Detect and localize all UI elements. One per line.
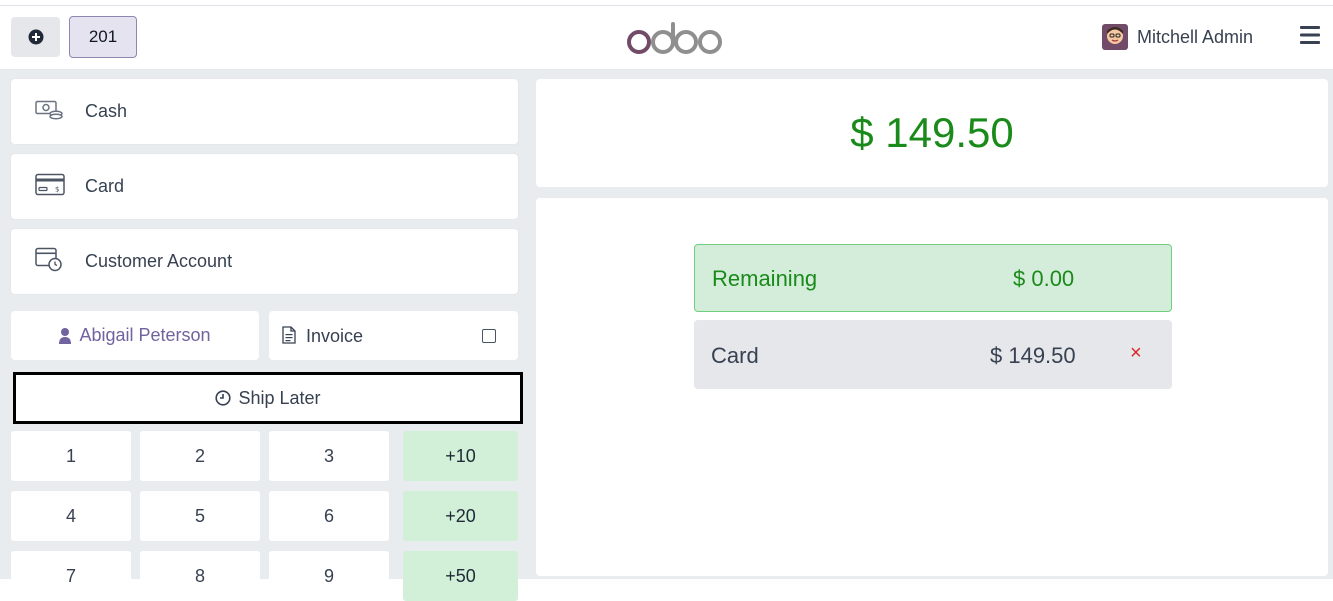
numpad-key-5[interactable]: 5 [140, 491, 260, 541]
invoice-label: Invoice [306, 326, 364, 346]
key-label: +10 [445, 445, 476, 466]
payment-method-label: Cash [85, 101, 128, 121]
cash-icon [35, 98, 63, 125]
key-label: 2 [194, 445, 205, 466]
ship-later-label: Ship Later [238, 387, 321, 408]
payment-method-cash[interactable]: Cash [11, 79, 518, 144]
total-amount: $ 149.50 [850, 109, 1014, 156]
key-label: +20 [445, 505, 476, 526]
order-number: 201 [88, 27, 118, 46]
user-menu[interactable]: Mitchell Admin [1102, 23, 1253, 51]
new-order-button[interactable] [11, 17, 60, 57]
key-label: 4 [65, 505, 76, 526]
remaining-label: Remaining [712, 266, 818, 291]
numpad-key-7[interactable]: 7 [11, 551, 131, 601]
plus-circle-icon [28, 29, 43, 45]
key-label: 9 [323, 565, 334, 586]
customer-account-icon [35, 246, 63, 277]
order-tab-button[interactable]: 201 [69, 16, 137, 58]
numpad-key-1[interactable]: 1 [11, 431, 131, 481]
document-icon [282, 326, 296, 349]
numpad-key-9[interactable]: 9 [269, 551, 389, 601]
key-label: 6 [323, 505, 334, 526]
svg-text:$: $ [55, 185, 59, 193]
key-label: 1 [65, 445, 76, 466]
clock-icon [215, 390, 232, 406]
numpad-key-plus-20[interactable]: +20 [403, 491, 518, 541]
key-label: 3 [323, 445, 334, 466]
payment-method-label: Card [85, 176, 125, 196]
key-label: +50 [445, 565, 476, 586]
numpad-key-plus-50[interactable]: +50 [403, 551, 518, 601]
user-icon [59, 327, 72, 344]
card-icon: $ [35, 173, 65, 200]
payment-method-card[interactable]: $ Card [11, 154, 518, 219]
payment-line-method: Card [711, 343, 759, 368]
numpad-key-plus-10[interactable]: +10 [403, 431, 518, 481]
numpad-key-8[interactable]: 8 [140, 551, 260, 601]
total-amount-panel: $ 149.50 [536, 79, 1328, 187]
remaining-row: Remaining $ 0.00 [694, 244, 1172, 312]
payment-line-amount: $ 149.50 [990, 343, 1076, 368]
numpad-key-2[interactable]: 2 [140, 431, 260, 481]
remaining-value: $ 0.00 [1013, 266, 1075, 291]
payment-method-customer-account[interactable]: Customer Account [11, 229, 518, 294]
payment-method-label: Customer Account [85, 251, 233, 271]
numpad-key-3[interactable]: 3 [269, 431, 389, 481]
customer-button[interactable]: Abigail Peterson [11, 311, 259, 360]
odoo-logo [626, 20, 722, 59]
user-avatar [1102, 24, 1128, 50]
key-label: 8 [194, 565, 205, 586]
customer-name: Abigail Peterson [79, 325, 211, 345]
numpad-key-6[interactable]: 6 [269, 491, 389, 541]
pos-header: 201 Mitchell Admin [0, 6, 1333, 70]
key-label: 5 [194, 505, 205, 526]
numpad-key-4[interactable]: 4 [11, 491, 131, 541]
key-label: 7 [65, 565, 76, 586]
payment-line-card[interactable]: Card $ 149.50 × [694, 320, 1172, 389]
hamburger-menu-icon[interactable] [1300, 26, 1320, 49]
invoice-toggle[interactable]: Invoice [269, 311, 518, 360]
user-name: Mitchell Admin [1137, 26, 1254, 47]
remove-payment-icon[interactable]: × [1130, 342, 1142, 365]
invoice-checkbox[interactable] [482, 329, 496, 343]
ship-later-button[interactable]: Ship Later [13, 372, 523, 424]
